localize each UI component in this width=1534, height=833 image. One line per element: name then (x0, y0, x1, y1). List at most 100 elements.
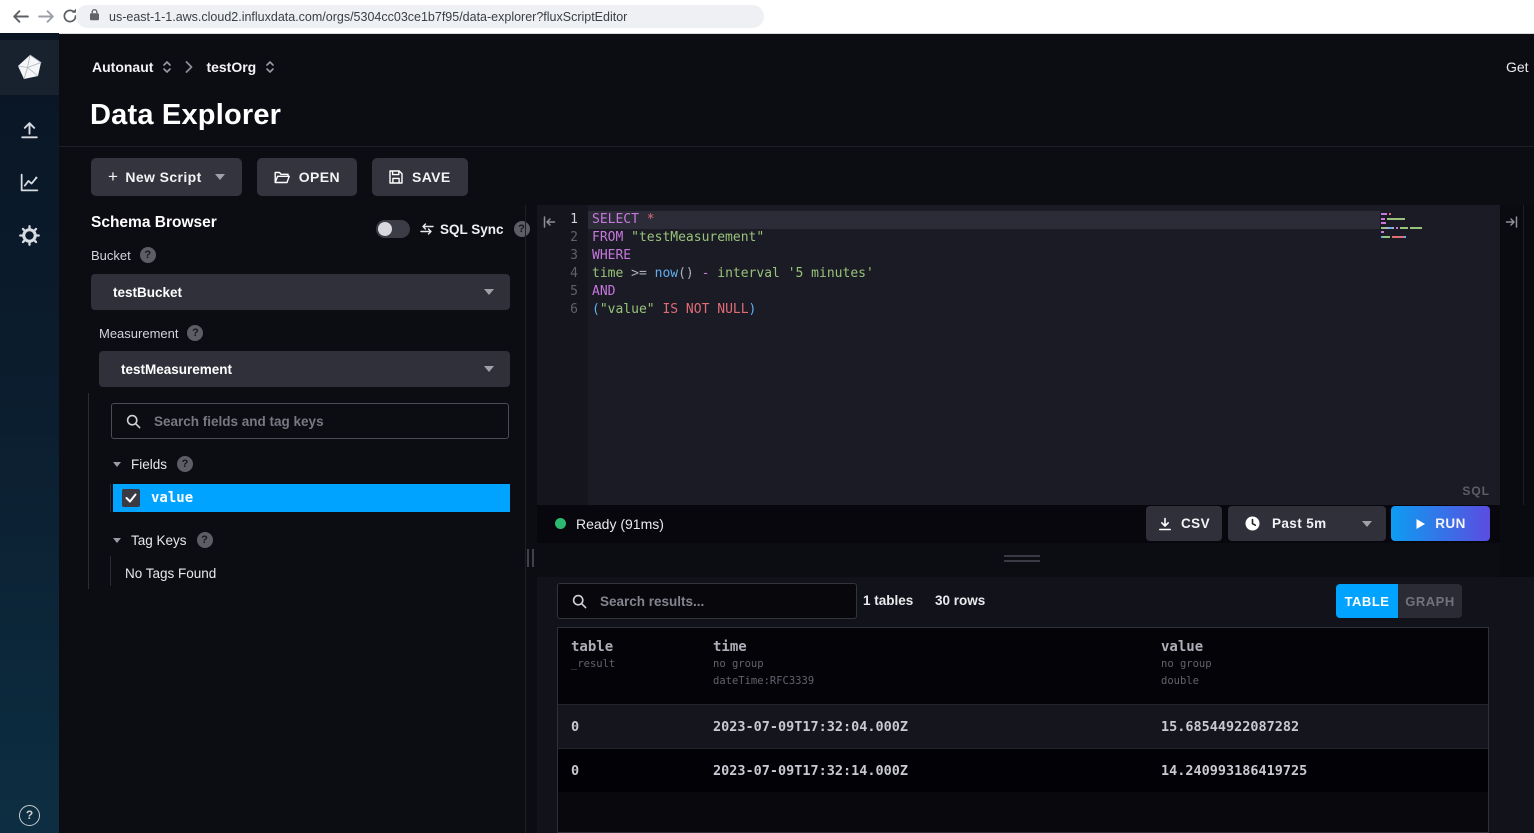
results-table: table_resulttimeno groupdateTime:RFC3339… (557, 627, 1489, 833)
schema-search-box (111, 403, 509, 439)
language-badge: SQL (1462, 484, 1490, 498)
column-header: table_result (571, 639, 713, 704)
caret-down-icon (113, 462, 121, 467)
influxdb-data-explorer: us-east-1-1.aws.cloud2.influxdata.com/or… (0, 0, 1534, 833)
code-line: 6("value" IS NOT NULL) (537, 301, 1380, 319)
clock-icon (1245, 516, 1260, 531)
help-circle-icon[interactable]: ? (514, 221, 530, 237)
code-line: 3WHERE (537, 247, 1380, 265)
tag-keys-section-header[interactable]: Tag Keys ? (113, 532, 213, 548)
sql-sync-label: SQL Sync (440, 222, 504, 237)
chevron-down-icon (215, 174, 225, 180)
check-icon (125, 493, 137, 503)
run-button[interactable]: RUN (1391, 506, 1490, 541)
results-search-input[interactable] (598, 593, 829, 610)
tree-guide-line (110, 484, 111, 512)
upload-icon[interactable] (0, 115, 59, 145)
column-header: valueno groupdouble (1161, 639, 1488, 704)
horizontal-resize-handle[interactable] (1004, 555, 1040, 564)
browser-toolbar: us-east-1-1.aws.cloud2.influxdata.com/or… (0, 0, 1534, 34)
forward-icon[interactable] (36, 6, 56, 26)
left-resize-handle[interactable] (527, 549, 537, 567)
results-pane: 1 tables 30 rows TABLE GRAPH table_resul… (537, 577, 1534, 833)
measurement-dropdown[interactable]: testMeasurement (99, 351, 510, 387)
org-switcher[interactable]: testOrg (206, 59, 275, 75)
play-icon (1415, 518, 1426, 530)
editor-right-strip (1500, 205, 1534, 577)
code-line: 1SELECT * (537, 211, 1380, 229)
folder-icon (274, 170, 290, 184)
search-icon (572, 594, 587, 609)
lock-icon (89, 8, 100, 26)
tree-guide-line (88, 393, 89, 589)
save-button[interactable]: SAVE (372, 158, 468, 196)
schema-search-input[interactable] (152, 413, 462, 430)
account-switcher[interactable]: Autonaut (92, 59, 172, 75)
nav-sidebar: ? (0, 33, 59, 833)
script-toolbar: + New Script OPEN SAVE (91, 158, 468, 196)
help-circle-icon[interactable]: ? (187, 325, 203, 341)
no-tags-message: No Tags Found (125, 566, 216, 581)
code-line: 4time >= now() - interval '5 minutes' (537, 265, 1380, 283)
code-line: 2FROM "testMeasurement" (537, 229, 1380, 247)
sql-sync-toggle[interactable] (376, 220, 410, 238)
panel-divider (525, 205, 526, 833)
results-search-box (557, 583, 857, 619)
query-status-bar: Ready (91ms) CSV Past 5m RUN (537, 505, 1500, 543)
sql-sync-group: SQL Sync ? (376, 220, 530, 238)
schema-browser-title: Schema Browser (91, 214, 217, 232)
view-tabs: TABLE GRAPH (1336, 584, 1462, 618)
code-line: 5AND (537, 283, 1380, 301)
sql-editor[interactable]: 1SELECT *2FROM "testMeasurement"3WHERE4t… (537, 205, 1500, 505)
graphs-icon[interactable] (0, 167, 59, 197)
address-bar[interactable]: us-east-1-1.aws.cloud2.influxdata.com/or… (76, 5, 764, 28)
save-icon (389, 170, 403, 184)
table-header: table_resulttimeno groupdateTime:RFC3339… (558, 628, 1488, 704)
help-circle-icon[interactable]: ? (140, 247, 156, 263)
chevron-down-icon (484, 289, 494, 295)
influxdb-logo[interactable] (0, 40, 59, 95)
plus-icon: + (108, 167, 118, 187)
csv-download-button[interactable]: CSV (1146, 506, 1222, 541)
settings-gear-icon[interactable] (0, 220, 59, 250)
get-link[interactable]: Get (1506, 59, 1534, 75)
search-icon (126, 414, 141, 429)
chevron-down-icon (484, 366, 494, 372)
chevron-right-icon (185, 61, 193, 73)
tab-table[interactable]: TABLE (1336, 584, 1398, 618)
status-dot (555, 518, 566, 529)
bucket-label: Bucket? (91, 247, 156, 263)
time-range-dropdown[interactable]: Past 5m (1228, 506, 1386, 541)
checkbox-checked[interactable] (122, 489, 140, 507)
fields-section-header[interactable]: Fields ? (113, 456, 193, 472)
editor-minimap[interactable] (1381, 213, 1422, 240)
code-lines: 1SELECT *2FROM "testMeasurement"3WHERE4t… (537, 211, 1380, 319)
tree-guide-line (110, 556, 111, 586)
new-script-button[interactable]: + New Script (91, 158, 242, 196)
breadcrumb: Autonaut testOrg (92, 57, 275, 77)
rows-count: 30 rows (935, 593, 985, 608)
back-icon[interactable] (10, 6, 30, 26)
table-row: 02023-07-09T17:32:14.000Z14.240993186419… (558, 748, 1488, 792)
collapse-right-icon[interactable] (1505, 215, 1518, 233)
measurement-label: Measurement? (99, 325, 203, 341)
help-icon[interactable]: ? (0, 800, 59, 830)
status-text: Ready (91ms) (576, 516, 664, 532)
url-text: us-east-1-1.aws.cloud2.influxdata.com/or… (109, 10, 627, 24)
help-circle-icon[interactable]: ? (197, 532, 213, 548)
divider (59, 146, 1534, 147)
caret-down-icon (113, 538, 121, 543)
help-circle-icon[interactable]: ? (177, 456, 193, 472)
table-body: 02023-07-09T17:32:04.000Z15.685449220872… (558, 704, 1488, 792)
field-item-value[interactable]: value (113, 484, 510, 512)
chevron-down-icon (1362, 521, 1372, 527)
page-title: Data Explorer (90, 99, 281, 132)
open-button[interactable]: OPEN (257, 158, 357, 196)
tab-graph[interactable]: GRAPH (1398, 584, 1462, 618)
table-row: 02023-07-09T17:32:04.000Z15.685449220872… (558, 704, 1488, 748)
download-icon (1158, 517, 1172, 531)
column-header: timeno groupdateTime:RFC3339 (713, 639, 1161, 704)
sync-arrows-icon (420, 223, 434, 235)
bucket-dropdown[interactable]: testBucket (91, 274, 510, 310)
sort-chevrons-icon (265, 60, 275, 74)
